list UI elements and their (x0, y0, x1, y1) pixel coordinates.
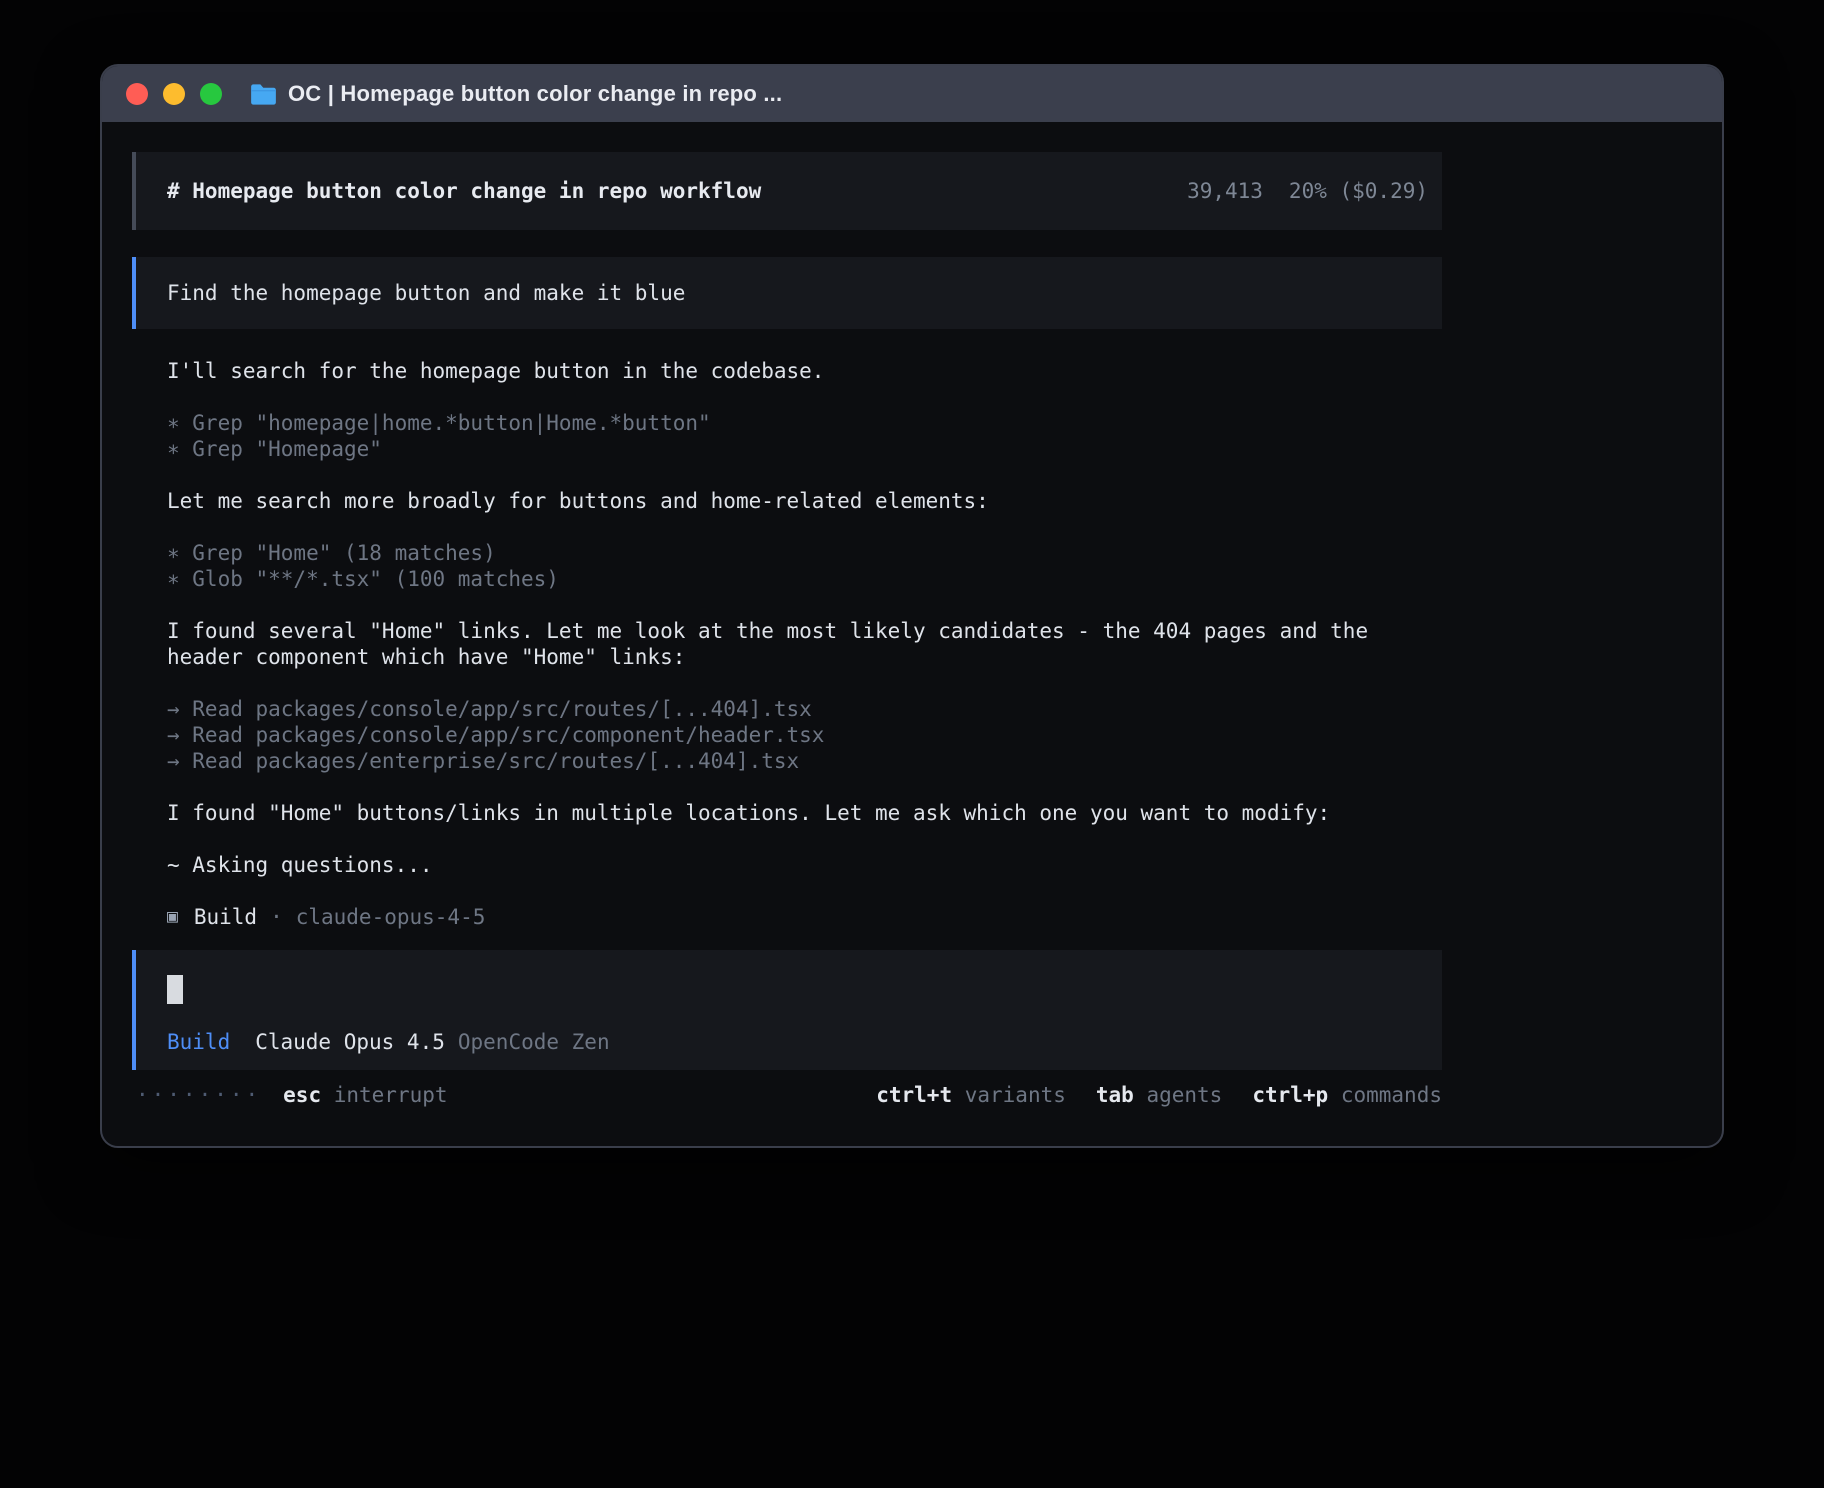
tool-call-line: → Read packages/console/app/src/componen… (167, 722, 1442, 748)
tool-call-line: ∗ Grep "Homepage" (167, 436, 1442, 462)
user-message: Find the homepage button and make it blu… (132, 257, 1442, 329)
close-button[interactable] (126, 83, 148, 105)
agent-status-line: ▣ Build · claude-opus-4-5 (132, 904, 1442, 930)
assistant-text-block: Let me search more broadly for buttons a… (132, 488, 1442, 514)
hint-interrupt: esc interrupt (283, 1082, 447, 1108)
assistant-text-line: I found several "Home" links. Let me loo… (167, 618, 1442, 644)
hint-label: variants (952, 1083, 1066, 1107)
tool-call-line: → Read packages/enterprise/src/routes/[.… (167, 748, 1442, 774)
window-title: OC | Homepage button color change in rep… (288, 81, 782, 107)
session-stats: 39,413 20% ($0.29) (1061, 152, 1428, 230)
window-titlebar[interactable]: OC | Homepage button color change in rep… (102, 66, 1722, 122)
assistant-text-line: I'll search for the homepage button in t… (167, 358, 1442, 384)
terminal-window: OC | Homepage button color change in rep… (100, 64, 1724, 1148)
zoom-button[interactable] (200, 83, 222, 105)
assistant-text-block: I found "Home" buttons/links in multiple… (132, 800, 1442, 826)
assistant-text-block: I'll search for the homepage button in t… (132, 358, 1442, 384)
hint-label: commands (1328, 1083, 1442, 1107)
status-hints-right: ctrl+t variants tab agents ctrl+p commands (876, 1082, 1442, 1108)
terminal-content[interactable]: # Homepage button color change in repo w… (102, 122, 1722, 1108)
tool-call-group: → Read packages/console/app/src/routes/[… (132, 696, 1442, 774)
assistant-text-line: header component which have "Home" links… (167, 644, 1442, 670)
hint-agents: tab agents (1096, 1082, 1222, 1108)
hint-key: ctrl+p (1252, 1083, 1328, 1107)
status-bar: ········ esc interrupt ctrl+t variants ta… (132, 1082, 1442, 1108)
assistant-text-line: Let me search more broadly for buttons a… (167, 488, 1442, 514)
hint-key: ctrl+t (876, 1083, 952, 1107)
agent-name: Build (194, 904, 257, 930)
token-count: 39,413 (1187, 179, 1263, 203)
assistant-text-line: ~ Asking questions... (167, 852, 1442, 878)
assistant-transcript: I'll search for the homepage button in t… (132, 358, 1442, 878)
spinner-dots: ········ (136, 1082, 261, 1108)
session-title: # Homepage button color change in repo w… (167, 178, 761, 204)
hint-key: esc (283, 1083, 321, 1107)
tool-call-group: ∗ Grep "Home" (18 matches)∗ Glob "**/*.t… (132, 540, 1442, 592)
session-header: # Homepage button color change in repo w… (132, 152, 1442, 230)
tool-call-line: ∗ Grep "Home" (18 matches) (167, 540, 1442, 566)
prompt-input[interactable]: Build Claude Opus 4.5 OpenCode Zen (132, 950, 1442, 1070)
hint-commands: ctrl+p commands (1252, 1082, 1442, 1108)
tool-call-line: → Read packages/console/app/src/routes/[… (167, 696, 1442, 722)
content-column: # Homepage button color change in repo w… (132, 152, 1442, 1108)
hint-label: agents (1134, 1083, 1223, 1107)
assistant-text-line: I found "Home" buttons/links in multiple… (167, 800, 1442, 826)
agent-separator: · (270, 904, 283, 930)
input-agent-mode[interactable]: Build (167, 1029, 230, 1055)
tool-call-line: ∗ Glob "**/*.tsx" (100 matches) (167, 566, 1442, 592)
tool-call-group: ∗ Grep "homepage|home.*button|Home.*butt… (132, 410, 1442, 462)
assistant-text-block: ~ Asking questions... (132, 852, 1442, 878)
user-message-text: Find the homepage button and make it blu… (167, 280, 685, 306)
agent-model: claude-opus-4-5 (296, 904, 486, 930)
hint-label: interrupt (321, 1083, 447, 1107)
tool-call-line: ∗ Grep "homepage|home.*button|Home.*butt… (167, 410, 1442, 436)
hint-key: tab (1096, 1083, 1134, 1107)
traffic-lights (126, 83, 222, 105)
assistant-text-block: I found several "Home" links. Let me loo… (132, 618, 1442, 670)
folder-icon (250, 83, 277, 106)
context-usage: 20% ($0.29) (1289, 179, 1428, 203)
text-cursor (167, 975, 183, 1004)
input-provider: OpenCode Zen (458, 1029, 610, 1055)
hint-variants: ctrl+t variants (876, 1082, 1066, 1108)
input-meta: Build Claude Opus 4.5 OpenCode Zen (167, 1029, 1442, 1055)
input-model[interactable]: Claude Opus 4.5 (255, 1029, 445, 1055)
status-hints-left: esc interrupt (283, 1082, 447, 1108)
agent-icon: ▣ (167, 904, 178, 930)
minimize-button[interactable] (163, 83, 185, 105)
